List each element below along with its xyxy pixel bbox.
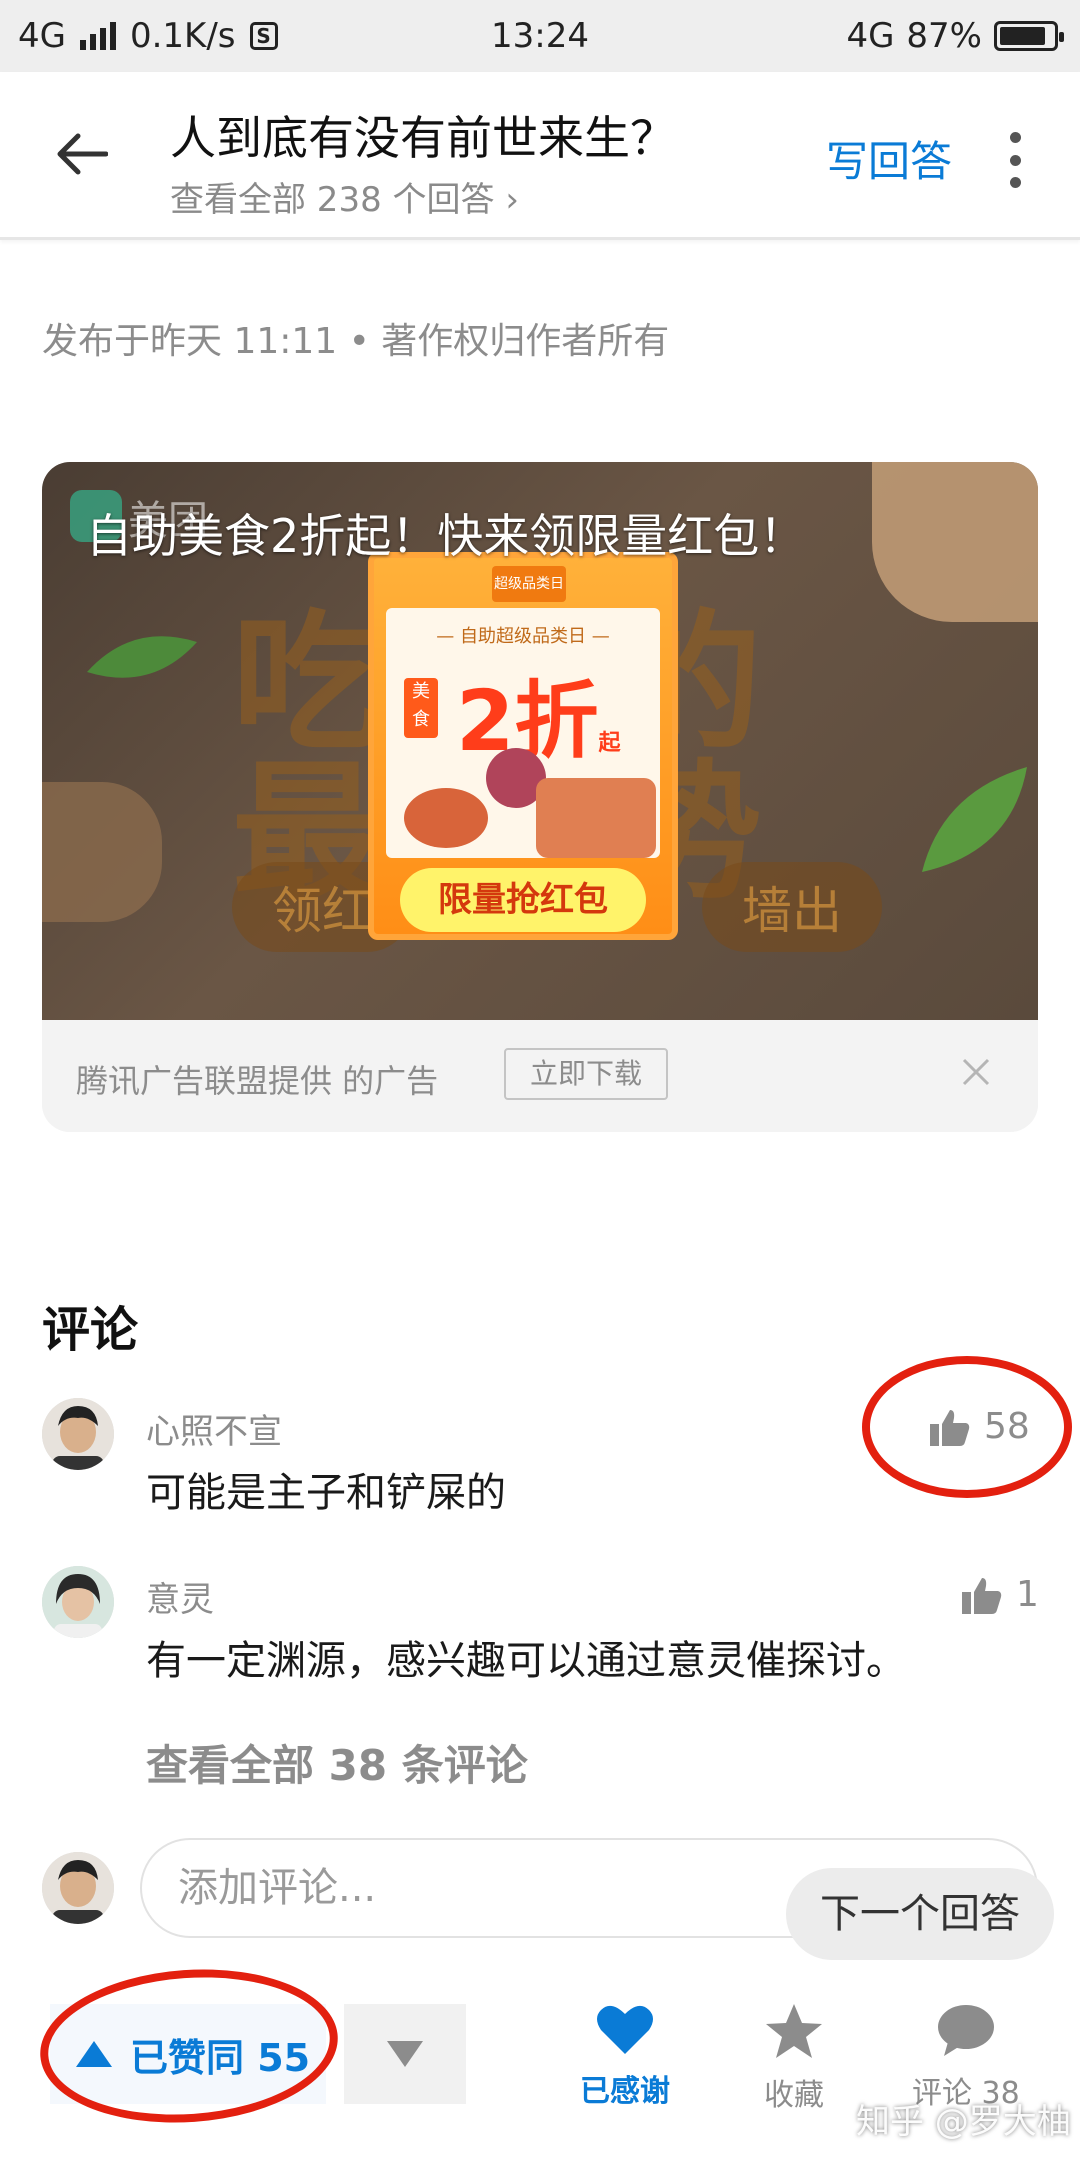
- collect-label: 收藏: [764, 2078, 824, 2113]
- thumbs-up-icon: [962, 1577, 1002, 1614]
- upvote-label: 已赞同 55: [130, 2035, 311, 2080]
- collect-button[interactable]: 收藏: [764, 2002, 824, 2114]
- close-icon[interactable]: [952, 1048, 1000, 1096]
- food-image: [872, 462, 1038, 622]
- downvote-button[interactable]: [344, 2004, 466, 2104]
- back-arrow-icon: [57, 133, 108, 175]
- publish-info: 发布于昨天 11:11 • 著作权归作者所有: [42, 321, 670, 362]
- thanks-button[interactable]: 已感谢: [580, 2002, 670, 2110]
- network-right-label: 4G: [846, 16, 895, 56]
- star-icon: [766, 2004, 822, 2058]
- promo-discount-suffix: 起: [598, 731, 621, 756]
- promo-subtitle: — 自助超级品类日 —: [436, 626, 610, 647]
- more-options-icon[interactable]: [1000, 132, 1030, 188]
- view-all-answers-link[interactable]: 查看全部 238 个回答 ›: [170, 172, 519, 221]
- promo-card: 超级品类日 — 自助超级品类日 — 美食 2折起 限量抢红包: [368, 552, 678, 940]
- ad-card: 吃饭的 最大势 领红 墙出 美团 超级品类日 — 自助超级品类日 — 美食 2折…: [42, 462, 1038, 1132]
- comment-text: 有一定渊源，感兴趣可以通过意灵催探讨。: [146, 1638, 906, 1684]
- leaf-icon: [922, 767, 1027, 872]
- back-button[interactable]: [52, 124, 112, 184]
- ad-headline: 自助美食2折起！快来领限量红包！: [86, 509, 806, 563]
- comment-author[interactable]: 心照不宣: [146, 1404, 282, 1453]
- comment-like-button[interactable]: 58: [930, 1406, 1030, 1447]
- comments-heading: 评论: [42, 1302, 139, 1358]
- download-button[interactable]: 立即下载: [504, 1048, 668, 1100]
- ad-source: 腾讯广告联盟提供 的广告: [76, 1062, 439, 1100]
- ad-pill-right: 墙出: [702, 862, 882, 952]
- food-icon: [404, 788, 488, 848]
- promo-card-inner: — 自助超级品类日 — 美食 2折起: [386, 608, 660, 858]
- view-all-comments-link[interactable]: 查看全部 38 条评论: [146, 1732, 528, 1793]
- heart-icon: [597, 2005, 653, 2054]
- promo-button[interactable]: 限量抢红包: [400, 868, 646, 932]
- status-bar: 4G 0.1K/s S 13:24 4G 87%: [0, 0, 1080, 72]
- salmon-icon: [536, 778, 656, 858]
- promo-tag: 美食: [404, 678, 438, 738]
- write-answer-button[interactable]: 写回答: [826, 128, 952, 189]
- comment-like-count: 1: [1016, 1574, 1039, 1615]
- thumbs-up-icon: [930, 1409, 970, 1446]
- comment-like-count: 58: [984, 1406, 1030, 1447]
- thanks-label: 已感谢: [580, 2074, 670, 2109]
- food-image: [42, 782, 162, 922]
- app-header: 人到底有没有前世来生？ 查看全部 238 个回答 › 写回答: [0, 72, 1080, 240]
- comment-bubble-icon: [937, 2005, 994, 2056]
- avatar[interactable]: [42, 1398, 114, 1470]
- avatar: [42, 1852, 114, 1924]
- battery-fill: [1000, 27, 1046, 45]
- avatar[interactable]: [42, 1566, 114, 1638]
- downvote-triangle-icon: [387, 2041, 423, 2067]
- promo-card-top: 超级品类日: [492, 566, 566, 602]
- leaf-icon: [87, 636, 197, 678]
- comment-author[interactable]: 意灵: [146, 1572, 214, 1621]
- question-title[interactable]: 人到底有没有前世来生？: [170, 102, 676, 168]
- battery-percent: 87%: [906, 16, 982, 56]
- ad-footer: 腾讯广告联盟提供 的广告 立即下载: [42, 1020, 1038, 1132]
- comment-like-button[interactable]: 1: [962, 1574, 1039, 1615]
- upvote-button[interactable]: 已赞同 55: [50, 2004, 326, 2104]
- upvote-triangle-icon: [76, 2041, 112, 2067]
- comment-text: 可能是主子和铲屎的: [146, 1470, 506, 1516]
- watermark: 知乎 @罗大柚: [856, 2102, 1071, 2142]
- promo-discount: 2折起: [456, 654, 620, 775]
- next-answer-button[interactable]: 下一个回答: [786, 1868, 1054, 1960]
- status-right: 4G 87%: [846, 16, 1064, 56]
- ad-image[interactable]: 吃饭的 最大势 领红 墙出 美团 超级品类日 — 自助超级品类日 — 美食 2折…: [42, 462, 1038, 1020]
- battery-icon: [994, 21, 1064, 51]
